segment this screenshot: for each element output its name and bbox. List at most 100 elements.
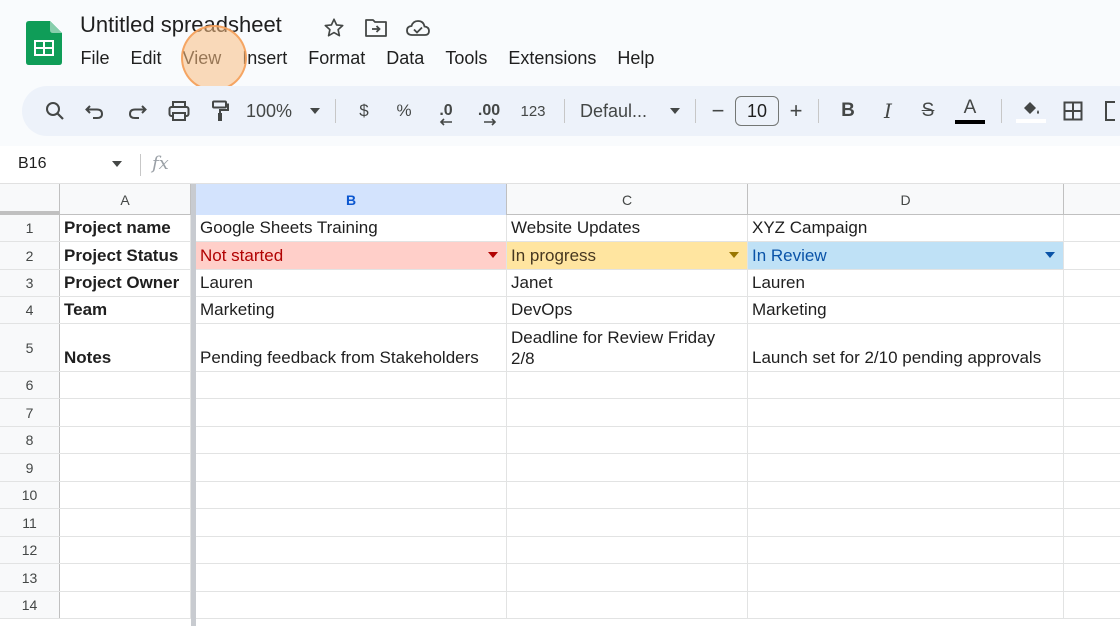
cell-d1[interactable]: XYZ Campaign [748,215,1064,241]
row-header[interactable]: 11 [0,509,60,536]
menu-view[interactable]: View [172,44,232,73]
cell-d8[interactable] [748,427,1064,453]
cell-a12[interactable] [60,537,191,563]
document-title[interactable]: Untitled spreadsheet [80,12,282,38]
cell-b9[interactable] [196,454,507,481]
cell-d5[interactable]: Launch set for 2/10 pending approvals [748,324,1064,371]
currency-format-button[interactable]: $ [345,93,383,129]
merge-cells-icon[interactable] [1095,93,1120,129]
menu-data[interactable]: Data [376,44,435,73]
cell-c11[interactable] [507,509,748,536]
menu-help[interactable]: Help [607,44,665,73]
cell-c7[interactable] [507,399,748,426]
sheets-logo-icon[interactable] [26,21,62,65]
menu-extensions[interactable]: Extensions [498,44,607,73]
cell-c2[interactable]: In progress [507,242,748,269]
cell-c13[interactable] [507,564,748,591]
cell-b4[interactable]: Marketing [196,297,507,323]
cell-a3[interactable]: Project Owner [60,270,191,296]
cell-a9[interactable] [60,454,191,481]
cell-d13[interactable] [748,564,1064,591]
font-select[interactable]: Defaul... [574,93,686,129]
cell-b13[interactable] [196,564,507,591]
cell-a5[interactable]: Notes [60,324,191,371]
cell-c3[interactable]: Janet [507,270,748,296]
cell-d3[interactable]: Lauren [748,270,1064,296]
cell-d7[interactable] [748,399,1064,426]
cell-b10[interactable] [196,482,507,508]
borders-icon[interactable] [1051,93,1095,129]
cell-d2[interactable]: In Review [748,242,1064,269]
decrease-decimal-button[interactable]: .0 [425,93,467,129]
bold-button[interactable]: B [828,93,868,129]
cell-d14[interactable] [748,592,1064,618]
row-header[interactable]: 6 [0,372,60,398]
cell-c9[interactable] [507,454,748,481]
cell-b6[interactable] [196,372,507,398]
decrease-font-size-button[interactable]: − [705,93,731,129]
cell-a14[interactable] [60,592,191,618]
cell-d11[interactable] [748,509,1064,536]
cell-b5[interactable]: Pending feedback from Stakeholders [196,324,507,371]
cell-a6[interactable] [60,372,191,398]
row-header[interactable]: 8 [0,427,60,453]
cell-b2[interactable]: Not started [196,242,507,269]
move-to-folder-icon[interactable] [362,14,390,42]
cell-c12[interactable] [507,537,748,563]
fill-color-button[interactable] [1011,93,1051,129]
cell-e13[interactable] [1064,564,1120,591]
dropdown-arrow-icon[interactable] [1045,252,1055,258]
cell-e6[interactable] [1064,372,1120,398]
print-icon[interactable] [158,93,200,129]
cell-b11[interactable] [196,509,507,536]
cell-d9[interactable] [748,454,1064,481]
percent-format-button[interactable]: % [383,93,425,129]
cell-b12[interactable] [196,537,507,563]
row-header[interactable]: 14 [0,592,60,618]
undo-icon[interactable] [74,93,116,129]
redo-icon[interactable] [116,93,158,129]
cell-b14[interactable] [196,592,507,618]
cell-c1[interactable]: Website Updates [507,215,748,241]
column-header-d[interactable]: D [748,184,1064,215]
cell-a1[interactable]: Project name [60,215,191,241]
dropdown-arrow-icon[interactable] [729,252,739,258]
more-formats-button[interactable]: 123 [511,93,555,129]
font-size-input[interactable]: 10 [735,96,779,126]
increase-font-size-button[interactable]: + [783,93,809,129]
cell-a11[interactable] [60,509,191,536]
cell-e2[interactable] [1064,242,1120,269]
column-header-e[interactable] [1064,184,1120,215]
cell-b8[interactable] [196,427,507,453]
cell-b3[interactable]: Lauren [196,270,507,296]
strikethrough-button[interactable]: S [908,93,948,129]
cell-e7[interactable] [1064,399,1120,426]
increase-decimal-button[interactable]: .00 [467,93,511,129]
row-header[interactable]: 2 [0,242,60,269]
cell-c14[interactable] [507,592,748,618]
cell-c6[interactable] [507,372,748,398]
cell-a2[interactable]: Project Status [60,242,191,269]
column-header-c[interactable]: C [507,184,748,215]
row-header[interactable]: 12 [0,537,60,563]
cell-d4[interactable]: Marketing [748,297,1064,323]
select-all-corner[interactable] [0,184,60,215]
star-icon[interactable] [320,14,348,42]
row-header[interactable]: 3 [0,270,60,296]
text-color-button[interactable]: A [948,93,992,129]
menu-insert[interactable]: Insert [232,44,298,73]
cell-b7[interactable] [196,399,507,426]
cell-e12[interactable] [1064,537,1120,563]
cell-c5[interactable]: Deadline for Review Friday 2/8 [507,324,748,371]
row-header[interactable]: 4 [0,297,60,323]
menu-edit[interactable]: Edit [120,44,172,73]
row-header[interactable]: 5 [0,324,60,371]
cell-e5[interactable] [1064,324,1120,371]
cell-a13[interactable] [60,564,191,591]
row-header[interactable]: 10 [0,482,60,508]
cell-e14[interactable] [1064,592,1120,618]
row-header[interactable]: 9 [0,454,60,481]
menu-file[interactable]: File [70,44,120,73]
cell-e11[interactable] [1064,509,1120,536]
cell-c8[interactable] [507,427,748,453]
